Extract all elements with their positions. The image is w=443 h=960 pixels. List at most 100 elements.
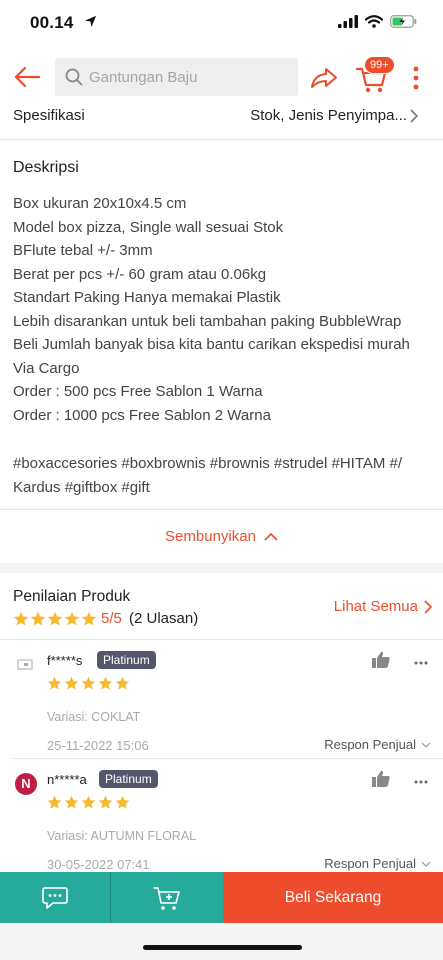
collapse-row: Sembunyikan xyxy=(0,509,443,563)
add-to-cart-button[interactable] xyxy=(111,872,223,923)
status-bar: 00.14 xyxy=(0,0,443,48)
description-line: BFlute tebal +/- 3mm xyxy=(13,242,153,259)
review-stars xyxy=(47,795,130,810)
battery-charging-icon xyxy=(390,15,417,28)
home-indicator-area xyxy=(0,923,443,960)
description-line: Via Cargo xyxy=(13,359,80,377)
rating-count: (2 Ulasan) xyxy=(129,610,199,627)
ratings-section: Penilaian Produk 5/5 (2 Ulasan) Lihat Se… xyxy=(0,573,443,873)
like-button[interactable] xyxy=(372,770,390,792)
reviewer-name: n*****a xyxy=(47,772,87,787)
description-section: Deskripsi Box ukuran 20x10x4.5 cm Model … xyxy=(0,141,443,508)
seller-response-toggle[interactable]: Respon Penjual xyxy=(324,856,431,871)
star-icon xyxy=(98,795,113,809)
review-item: f*****s Platinum Variasi: COKLAT 25-11-2… xyxy=(0,640,443,758)
star-icon xyxy=(115,795,130,809)
more-options-button[interactable] xyxy=(414,652,428,668)
see-all-label: Lihat Semua xyxy=(333,598,418,615)
back-arrow-icon xyxy=(14,66,41,88)
chevron-right-icon xyxy=(424,599,432,614)
see-all-reviews-link[interactable]: Lihat Semua xyxy=(334,598,432,615)
seller-response-label: Respon Penjual xyxy=(324,737,416,752)
avatar: N xyxy=(15,773,37,795)
star-icon xyxy=(81,795,96,809)
search-bar[interactable] xyxy=(55,58,298,96)
thumbs-up-icon xyxy=(372,770,390,787)
review-variation: Variasi: COKLAT xyxy=(47,710,141,724)
more-button[interactable] xyxy=(409,65,423,91)
share-button[interactable] xyxy=(309,63,339,93)
membership-badge: Platinum xyxy=(97,651,156,669)
description-line: Beli Jumlah banyak bisa kita bantu carik… xyxy=(13,336,410,353)
review-stars xyxy=(47,676,130,691)
share-icon xyxy=(311,68,337,88)
description-line: Box ukuran 20x10x4.5 cm xyxy=(13,195,187,212)
hide-label: Sembunyikan xyxy=(165,528,256,545)
chevron-down-icon xyxy=(421,861,431,867)
more-options-button[interactable] xyxy=(414,771,428,787)
description-line: Berat per pcs +/- 60 gram atau 0.06kg xyxy=(13,265,267,283)
chat-button[interactable] xyxy=(0,872,111,923)
description-hashtags: #boxaccesories #boxbrownis #brownis #str… xyxy=(13,455,403,496)
seller-response-toggle[interactable]: Respon Penjual xyxy=(324,737,431,752)
star-icon xyxy=(81,611,97,626)
bottom-action-bar: Beli Sekarang xyxy=(0,872,443,923)
buy-now-button[interactable]: Beli Sekarang xyxy=(223,872,443,923)
review-item: N n*****a Platinum Variasi: AUTUMN FLORA… xyxy=(0,759,443,877)
star-icon xyxy=(98,676,113,690)
chat-icon xyxy=(42,886,68,909)
rating-stars xyxy=(13,611,97,627)
like-button[interactable] xyxy=(372,651,390,673)
review-variation: Variasi: AUTUMN FLORAL xyxy=(47,829,197,843)
more-horizontal-icon xyxy=(414,780,428,784)
wifi-icon xyxy=(365,15,383,28)
review-date: 25-11-2022 15:06 xyxy=(47,738,149,753)
cart-count-badge: 99+ xyxy=(364,56,395,74)
chevron-right-icon xyxy=(410,109,418,123)
back-button[interactable] xyxy=(12,62,42,92)
description-title: Deskripsi xyxy=(13,159,79,176)
add-to-cart-icon xyxy=(153,886,180,910)
description-line: Order : 1000 pcs Free Sablon 2 Warna xyxy=(13,406,271,424)
star-icon xyxy=(47,611,63,626)
chevron-up-icon xyxy=(264,532,278,541)
status-time: 00.14 xyxy=(30,13,97,33)
star-icon xyxy=(64,795,79,809)
more-vertical-icon xyxy=(413,66,419,90)
star-icon xyxy=(81,676,96,690)
app-header: 99+ xyxy=(0,48,443,106)
star-icon xyxy=(47,795,62,809)
search-input[interactable] xyxy=(89,68,289,86)
description-line: Order : 500 pcs Free Sablon 1 Warna xyxy=(13,383,263,400)
star-icon xyxy=(13,611,29,626)
star-icon xyxy=(115,676,130,690)
default-avatar-icon xyxy=(17,659,33,670)
description-line: Standart Paking Hanya memakai Plastik xyxy=(13,289,281,306)
review-date: 30-05-2022 07:41 xyxy=(47,857,150,872)
seller-response-label: Respon Penjual xyxy=(324,856,416,871)
home-indicator[interactable] xyxy=(143,945,302,950)
rating-score: 5/5 xyxy=(101,610,122,627)
status-icons xyxy=(338,15,417,28)
ratings-title: Penilaian Produk xyxy=(13,588,131,605)
star-icon xyxy=(64,611,80,626)
hide-description-button[interactable]: Sembunyikan xyxy=(165,528,278,545)
status-time-text: 00.14 xyxy=(30,13,74,32)
star-icon xyxy=(64,676,79,690)
star-icon xyxy=(30,611,46,626)
spec-value: Stok, Jenis Penyimpa... xyxy=(250,107,407,124)
star-icon xyxy=(47,676,62,690)
description-line: Lebih disarankan untuk beli tambahan pak… xyxy=(13,312,402,330)
specification-row[interactable]: Spesifikasi Stok, Jenis Penyimpa... xyxy=(0,106,443,140)
spec-title: Spesifikasi xyxy=(13,107,85,124)
thumbs-up-icon xyxy=(372,651,390,668)
cellular-signal-icon xyxy=(338,15,358,28)
description-text: Box ukuran 20x10x4.5 cm Model box pizza,… xyxy=(13,192,410,427)
location-arrow-icon xyxy=(84,13,97,33)
search-icon xyxy=(65,68,83,86)
more-horizontal-icon xyxy=(414,661,428,665)
avatar xyxy=(15,654,37,676)
membership-badge: Platinum xyxy=(99,770,158,788)
chevron-down-icon xyxy=(421,742,431,748)
reviewer-name: f*****s xyxy=(47,653,83,668)
